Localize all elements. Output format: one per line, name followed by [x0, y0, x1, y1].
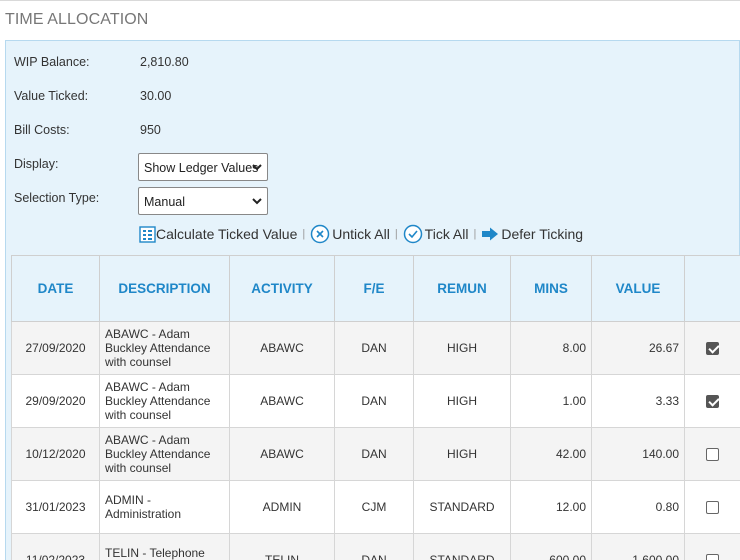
column-header-mins[interactable]: MINS [510, 255, 592, 322]
separator: | [302, 228, 306, 240]
cell-date: 31/01/2023 [11, 480, 100, 534]
action-bar: Calculate Ticked Value | Untick All | Ti… [139, 223, 583, 245]
cell-remun: HIGH [413, 427, 511, 481]
defer-ticking-button[interactable]: Defer Ticking [481, 226, 583, 242]
row-checkbox[interactable] [706, 394, 719, 408]
chevron-down-icon [252, 164, 262, 171]
cell-mins: 1.00 [510, 374, 592, 428]
table-row[interactable]: 31/01/2023 ADMIN - Administration ADMIN … [11, 480, 740, 534]
tick-all-button[interactable]: Tick All [403, 224, 469, 244]
selection-type-select[interactable]: Manual [138, 187, 268, 215]
time-entries-table: DATE DESCRIPTION ACTIVITY F/E REMUN MINS… [11, 255, 740, 560]
calculator-icon [139, 225, 156, 243]
column-header-fe[interactable]: F/E [334, 255, 414, 322]
cell-date: 27/09/2020 [11, 321, 100, 375]
cell-select [684, 374, 740, 428]
untick-all-button[interactable]: Untick All [310, 224, 390, 244]
tick-all-label: Tick All [424, 226, 469, 242]
cell-activity: ABAWC [229, 321, 335, 375]
cell-activity: TELIN [229, 533, 335, 560]
arrow-right-icon [482, 227, 499, 241]
table-row[interactable]: 27/09/2020 ABAWC - Adam Buckley Attendan… [11, 321, 740, 375]
cell-description: ABAWC - Adam Buckley Attendance with cou… [99, 374, 230, 428]
column-header-date[interactable]: DATE [11, 255, 100, 322]
cell-mins: 600.00 [510, 533, 592, 560]
table-row[interactable]: 29/09/2020 ABAWC - Adam Buckley Attendan… [11, 374, 740, 428]
calculate-ticked-value-button[interactable]: Calculate Ticked Value [139, 225, 298, 243]
column-header-remun[interactable]: REMUN [413, 255, 511, 322]
cell-activity: ADMIN [229, 480, 335, 534]
table-row[interactable]: 11/02/2023 TELIN - Telephone Call In TEL… [11, 533, 740, 560]
value-ticked-value: 30.00 [140, 89, 172, 103]
untick-all-label: Untick All [332, 226, 390, 242]
cell-select [684, 480, 740, 534]
cell-value: 26.67 [591, 321, 685, 375]
cell-date: 10/12/2020 [11, 427, 100, 481]
separator: | [473, 228, 477, 240]
time-allocation-panel: WIP Balance: 2,810.80 Value Ticked: 30.0… [5, 40, 740, 560]
page-title: TIME ALLOCATION [5, 11, 149, 28]
cell-fe: DAN [334, 321, 414, 375]
table-row[interactable]: 10/12/2020 ABAWC - Adam Buckley Attendan… [11, 427, 740, 481]
bill-costs-label: Bill Costs: [14, 123, 70, 137]
cell-value: 0.80 [591, 480, 685, 534]
cell-select [684, 533, 740, 560]
cell-description: TELIN - Telephone Call In [99, 533, 230, 560]
row-checkbox[interactable] [706, 553, 719, 560]
row-checkbox[interactable] [706, 341, 719, 355]
cell-mins: 42.00 [510, 427, 592, 481]
column-header-select [684, 255, 740, 322]
row-checkbox[interactable] [706, 447, 719, 461]
separator: | [394, 228, 398, 240]
table-header-row: DATE DESCRIPTION ACTIVITY F/E REMUN MINS… [11, 255, 740, 322]
column-header-value[interactable]: VALUE [591, 255, 685, 322]
selection-type-select-value: Manual [144, 195, 185, 209]
close-circle-icon [310, 224, 330, 244]
cell-value: 140.00 [591, 427, 685, 481]
cell-remun: STANDARD [413, 533, 511, 560]
selection-type-label: Selection Type: [14, 191, 100, 205]
row-checkbox[interactable] [706, 500, 719, 514]
value-ticked-label: Value Ticked: [14, 89, 89, 103]
cell-remun: HIGH [413, 321, 511, 375]
display-label: Display: [14, 157, 59, 171]
wip-balance-label: WIP Balance: [14, 55, 90, 69]
cell-date: 11/02/2023 [11, 533, 100, 560]
cell-description: ABAWC - Adam Buckley Attendance with cou… [99, 427, 230, 481]
cell-fe: DAN [334, 374, 414, 428]
top-divider [0, 0, 740, 1]
column-header-description[interactable]: DESCRIPTION [99, 255, 230, 322]
defer-ticking-label: Defer Ticking [501, 226, 584, 242]
cell-remun: STANDARD [413, 480, 511, 534]
cell-value: 3.33 [591, 374, 685, 428]
cell-fe: CJM [334, 480, 414, 534]
cell-activity: ABAWC [229, 427, 335, 481]
display-select[interactable]: Show Ledger Values [138, 153, 268, 181]
check-circle-icon [403, 224, 422, 244]
cell-fe: DAN [334, 533, 414, 560]
bill-costs-value: 950 [140, 123, 161, 137]
cell-value: 1,600.00 [591, 533, 685, 560]
cell-select [684, 321, 740, 375]
cell-remun: HIGH [413, 374, 511, 428]
cell-fe: DAN [334, 427, 414, 481]
calculate-ticked-value-label: Calculate Ticked Value [156, 226, 298, 242]
chevron-down-icon [252, 198, 262, 205]
cell-date: 29/09/2020 [11, 374, 100, 428]
wip-balance-value: 2,810.80 [140, 55, 189, 69]
cell-activity: ABAWC [229, 374, 335, 428]
cell-description: ABAWC - Adam Buckley Attendance with cou… [99, 321, 230, 375]
column-header-activity[interactable]: ACTIVITY [229, 255, 335, 322]
cell-mins: 8.00 [510, 321, 592, 375]
cell-description: ADMIN - Administration [99, 480, 230, 534]
display-select-value: Show Ledger Values [144, 161, 259, 175]
cell-select [684, 427, 740, 481]
cell-mins: 12.00 [510, 480, 592, 534]
